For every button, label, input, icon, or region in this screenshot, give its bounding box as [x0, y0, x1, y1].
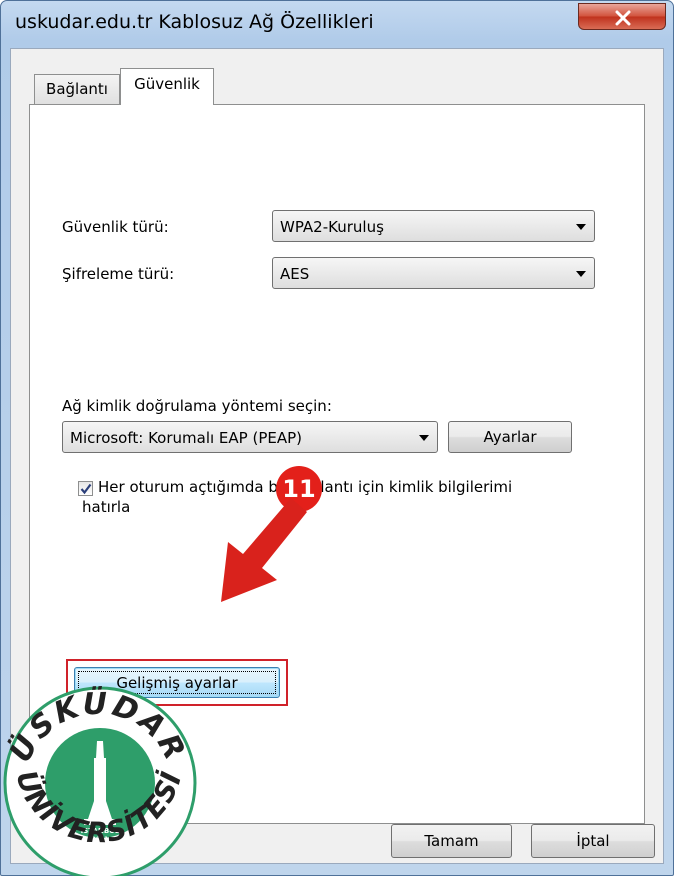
window-title: uskudar.edu.tr Kablosuz Ağ Özellikleri	[15, 11, 374, 33]
chevron-down-icon	[419, 435, 429, 441]
ok-button-label: Tamam	[424, 832, 479, 850]
remember-credentials-label-line2: hatırla	[82, 498, 131, 516]
title-bar[interactable]: uskudar.edu.tr Kablosuz Ağ Özellikleri	[1, 1, 673, 47]
chevron-down-icon	[576, 271, 586, 277]
ok-button[interactable]: Tamam	[391, 824, 512, 858]
auth-method-label: Ağ kimlik doğrulama yöntemi seçin:	[62, 397, 332, 415]
tab-baglanti[interactable]: Bağlantı	[34, 74, 120, 104]
auth-method-value: Microsoft: Korumalı EAP (PEAP)	[70, 429, 303, 447]
checkmark-icon	[80, 483, 92, 495]
pointer-arrow-icon	[221, 498, 307, 602]
security-type-label: Güvenlik türü:	[62, 218, 169, 236]
tab-label: Bağlantı	[46, 80, 108, 98]
security-type-value: WPA2-Kuruluş	[280, 218, 384, 236]
close-button[interactable]	[578, 3, 666, 30]
cancel-button-label: İptal	[576, 832, 610, 850]
chevron-down-icon	[576, 224, 586, 230]
auth-settings-label: Ayarlar	[483, 428, 537, 446]
remember-credentials-checkbox[interactable]	[78, 481, 93, 496]
tab-label: Güvenlik	[134, 75, 200, 93]
university-logo: ISTANBUL 2011 ÜSKÜDAR ÜNİVERSİTESİ	[1, 685, 197, 876]
encryption-type-value: AES	[280, 265, 310, 283]
security-type-select[interactable]: WPA2-Kuruluş	[272, 210, 595, 242]
auth-method-select[interactable]: Microsoft: Korumalı EAP (PEAP)	[62, 421, 438, 453]
cancel-button[interactable]: İptal	[531, 824, 655, 858]
encryption-type-select[interactable]: AES	[272, 257, 595, 289]
encryption-type-label: Şifreleme türü:	[62, 265, 175, 283]
auth-settings-button[interactable]: Ayarlar	[448, 421, 572, 453]
tab-guvenlik[interactable]: Güvenlik	[120, 68, 214, 105]
close-icon	[615, 10, 631, 26]
